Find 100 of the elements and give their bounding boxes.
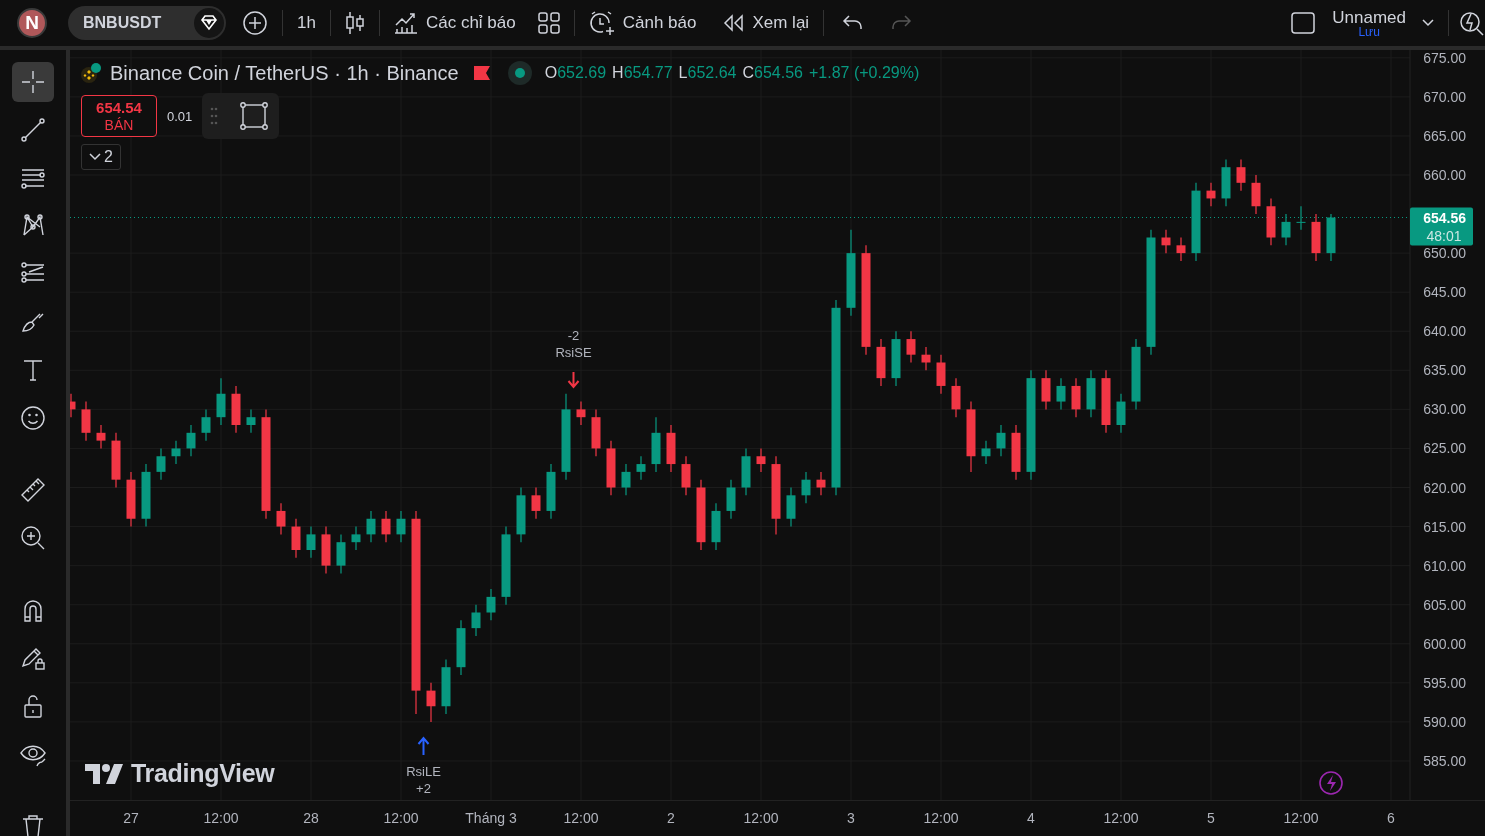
candle bbox=[456, 619, 466, 676]
price-axis-label: 675.00 bbox=[1423, 50, 1466, 66]
candle bbox=[621, 463, 631, 496]
arrow-down-icon bbox=[567, 371, 580, 389]
candle bbox=[1011, 424, 1021, 481]
price-axis-label: 670.00 bbox=[1423, 88, 1466, 105]
time-axis-label: Tháng 3 bbox=[465, 810, 517, 826]
candle bbox=[1236, 158, 1246, 192]
brand-logo-icon bbox=[85, 762, 123, 785]
candle bbox=[786, 486, 796, 528]
price-axis-label: 620.00 bbox=[1423, 479, 1466, 496]
price-axis-label: 605.00 bbox=[1423, 596, 1466, 613]
bar-countdown: 48:01 bbox=[1426, 227, 1462, 244]
candle bbox=[96, 424, 106, 450]
lightning-icon[interactable] bbox=[1319, 771, 1343, 795]
candle bbox=[1056, 377, 1066, 410]
candle bbox=[486, 588, 496, 621]
last-price-value: 654.56 bbox=[1423, 209, 1466, 226]
layout-grid-icon[interactable] bbox=[537, 12, 560, 34]
layout-toggle-icon[interactable] bbox=[1290, 10, 1317, 36]
candle bbox=[1266, 197, 1276, 246]
candle bbox=[1221, 158, 1231, 207]
indicators-button[interactable]: Các chỉ báo bbox=[393, 11, 516, 35]
price-axis-label: 585.00 bbox=[1423, 752, 1466, 769]
add-symbol-icon[interactable] bbox=[242, 10, 268, 36]
candle bbox=[366, 510, 376, 543]
rewind-icon bbox=[722, 13, 745, 33]
ohlc-value: L652.64 bbox=[678, 64, 737, 82]
candle bbox=[981, 440, 991, 465]
candle bbox=[1086, 369, 1096, 418]
candle bbox=[426, 682, 436, 723]
candle bbox=[1206, 182, 1216, 207]
candle bbox=[681, 455, 691, 496]
candle bbox=[1311, 213, 1321, 262]
price-axis-label: 650.00 bbox=[1423, 245, 1466, 262]
candle bbox=[1296, 205, 1306, 231]
status-dot-icon bbox=[506, 60, 533, 86]
arrow-up-icon bbox=[417, 736, 430, 756]
candle bbox=[186, 424, 196, 457]
candle bbox=[1041, 369, 1051, 410]
sell-button[interactable]: 654.54 BÁN bbox=[81, 95, 157, 137]
candle bbox=[1176, 236, 1186, 262]
candle bbox=[351, 525, 361, 551]
price-axis-label: 665.00 bbox=[1423, 127, 1466, 144]
price-axis-label: 645.00 bbox=[1423, 284, 1466, 301]
candle bbox=[726, 479, 736, 520]
candle bbox=[70, 393, 76, 418]
coin-icon bbox=[80, 62, 102, 84]
interval-button[interactable]: 1h bbox=[297, 13, 316, 33]
candle bbox=[471, 604, 481, 637]
ohlc-value: H654.77 bbox=[612, 64, 673, 82]
collapse-button[interactable]: 2 bbox=[81, 144, 121, 170]
price-axis-label: 640.00 bbox=[1423, 323, 1466, 340]
undo-icon[interactable] bbox=[842, 14, 865, 32]
candle bbox=[1071, 377, 1081, 418]
candle bbox=[171, 440, 181, 465]
replay-button[interactable]: Xem lại bbox=[722, 13, 810, 33]
candle bbox=[1326, 213, 1336, 262]
candle bbox=[1161, 229, 1171, 254]
candle bbox=[546, 463, 556, 520]
bracket-order-icon[interactable] bbox=[238, 100, 271, 132]
price-axis-label: 600.00 bbox=[1423, 635, 1466, 652]
indicators-icon bbox=[393, 11, 418, 35]
chevron-down-icon[interactable] bbox=[1422, 19, 1434, 27]
candle bbox=[606, 440, 616, 496]
candle bbox=[891, 330, 901, 387]
candle bbox=[1116, 393, 1126, 434]
price-axis-label: 630.00 bbox=[1423, 401, 1466, 418]
candle bbox=[126, 471, 136, 528]
candle bbox=[246, 408, 256, 434]
flag-icon[interactable] bbox=[472, 65, 491, 81]
crosshair-tool-icon[interactable] bbox=[12, 62, 54, 102]
candle bbox=[996, 424, 1006, 457]
candle bbox=[936, 354, 946, 395]
time-axis-label: 12:00 bbox=[563, 810, 599, 826]
time-axis-label: 12:00 bbox=[1283, 810, 1319, 826]
symbol-search[interactable]: BNBUSDT bbox=[68, 6, 226, 40]
price-axis-label: 610.00 bbox=[1423, 557, 1466, 574]
candle bbox=[216, 377, 226, 426]
ohlc-value: C654.56 bbox=[742, 64, 803, 82]
quick-search-icon[interactable] bbox=[1459, 9, 1485, 37]
layout-name-button[interactable]: Unnamed Lưu bbox=[1332, 8, 1406, 38]
candle bbox=[696, 479, 706, 551]
candle bbox=[336, 533, 346, 575]
candle bbox=[576, 400, 586, 426]
price-axis-label: 590.00 bbox=[1423, 713, 1466, 730]
alerts-button[interactable]: Cảnh báo bbox=[588, 10, 697, 36]
time-axis-label: 27 bbox=[123, 810, 139, 826]
drag-handle-icon[interactable] bbox=[210, 107, 219, 125]
lot-size: 0.01 bbox=[167, 108, 193, 124]
user-avatar[interactable]: N bbox=[17, 8, 47, 38]
signal-label: -2 bbox=[567, 328, 580, 343]
candle bbox=[231, 385, 241, 434]
time-axis-label: 6 bbox=[1387, 810, 1395, 826]
time-axis-label: 12:00 bbox=[743, 810, 779, 826]
chevron-down-icon bbox=[89, 153, 102, 161]
symbol-title: Binance Coin / TetherUS · 1h · Binance bbox=[110, 61, 459, 85]
candles-icon[interactable] bbox=[344, 10, 365, 36]
candle bbox=[516, 486, 526, 543]
candle bbox=[1251, 174, 1261, 215]
